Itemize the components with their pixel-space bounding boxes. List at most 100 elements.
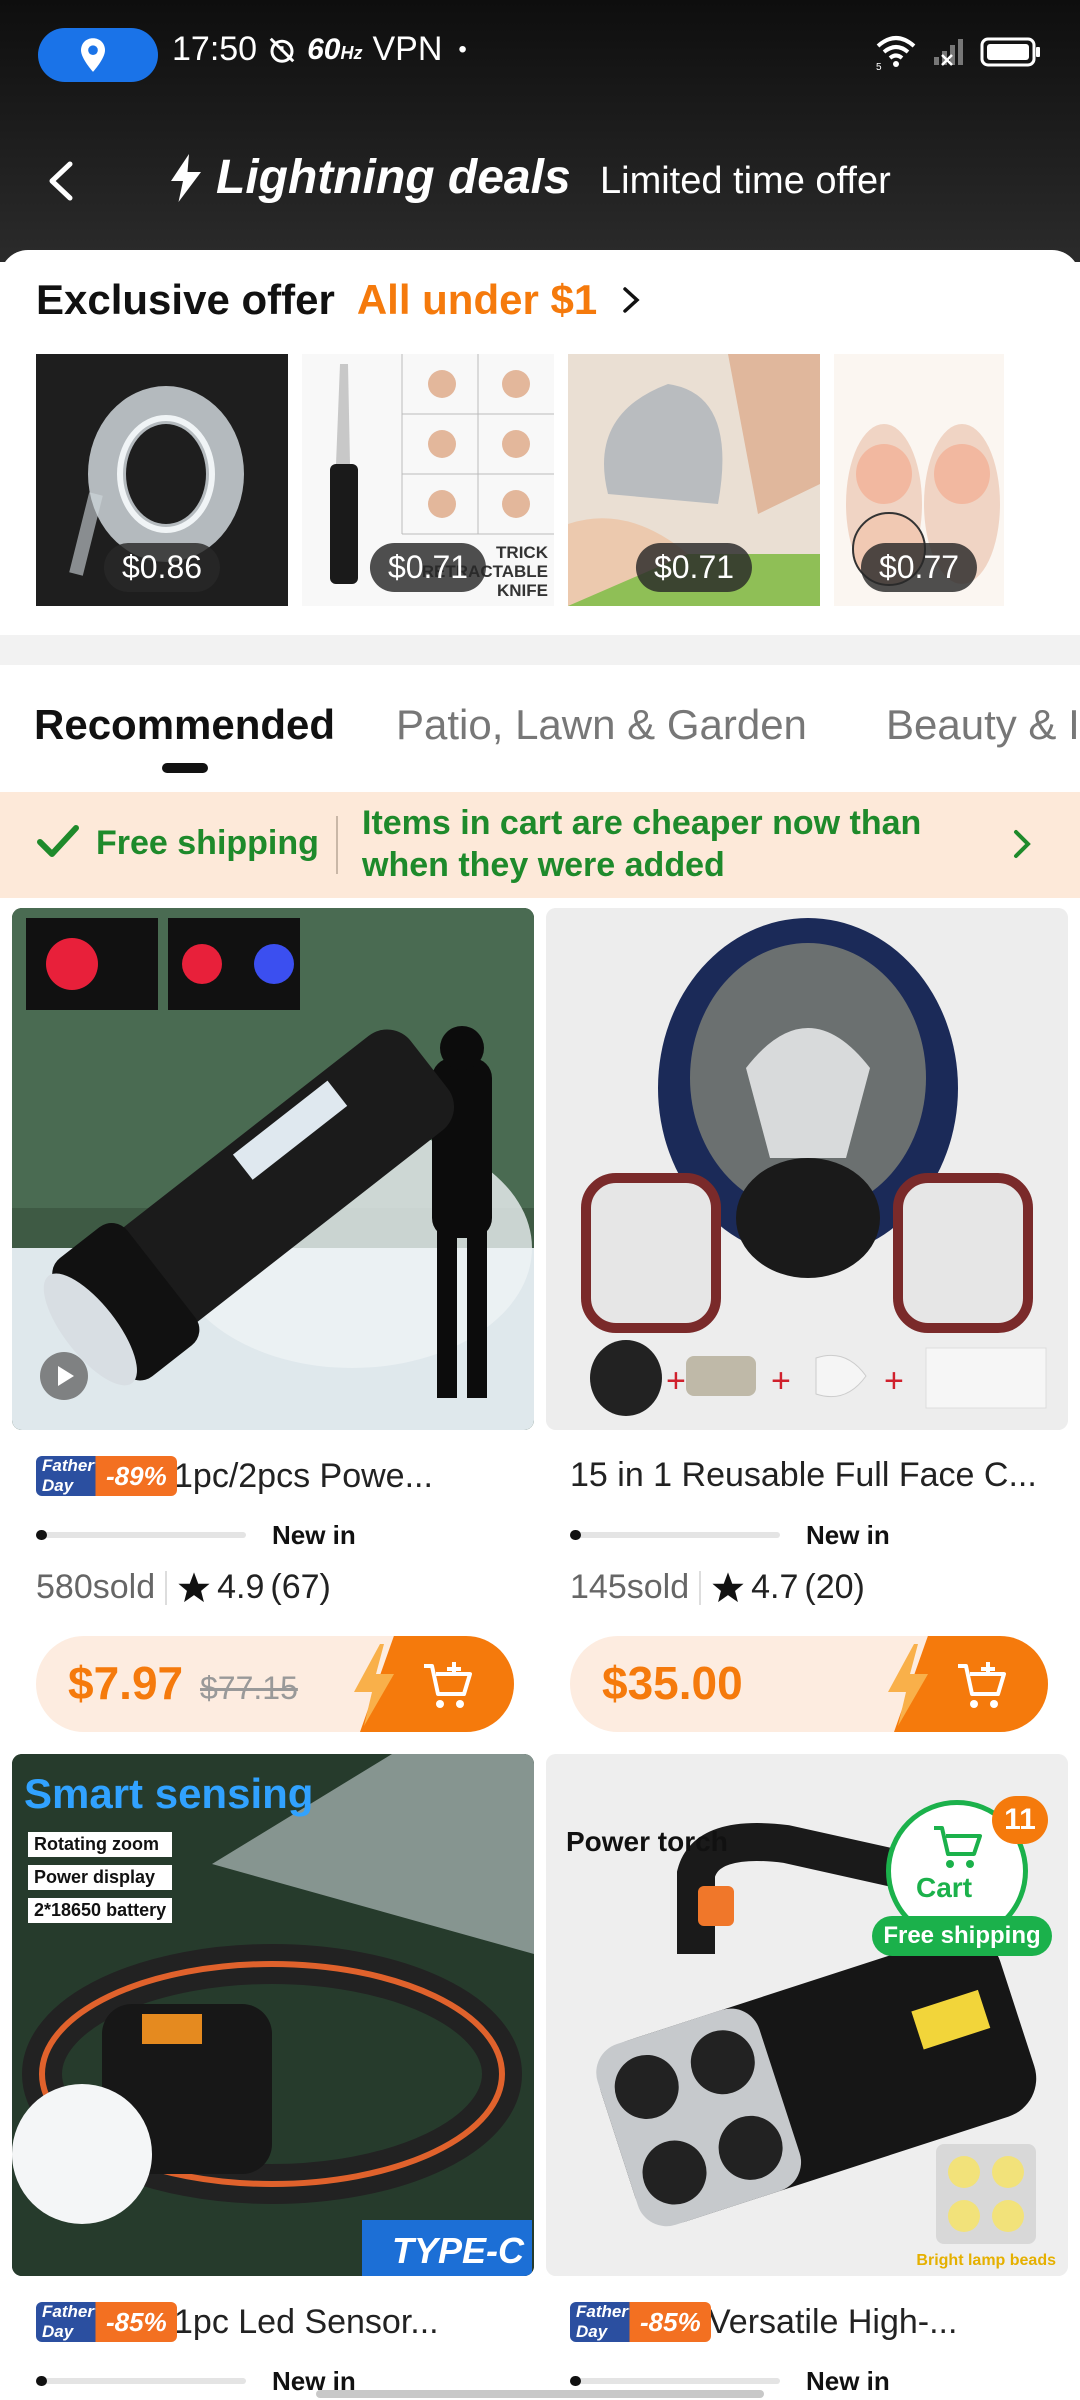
star-icon (178, 1571, 210, 1602)
deal-item-tape[interactable]: $0.86 (36, 354, 288, 606)
cart-label: Cart (916, 1872, 973, 1903)
product-title: Versatile High-... (708, 2302, 958, 2341)
top-header: 17:50 60Hz VPN • 5 Lightning deals Limit… (0, 0, 1080, 262)
tab-beauty[interactable]: Beauty & I (886, 701, 1080, 749)
svg-text:+: + (884, 1362, 904, 1400)
nav-bar: Lightning deals Limited time offer (0, 140, 1080, 220)
vpn-label: VPN (372, 30, 443, 68)
status-dot: • (458, 35, 467, 63)
discount-badge: -85% (96, 2302, 177, 2342)
wifi-gen: 5 (876, 62, 882, 70)
free-shipping-label: Free shipping (96, 824, 319, 862)
fathers-day-badge: Father's Day -85% (570, 2302, 711, 2342)
chevron-right-icon (1014, 830, 1031, 858)
svg-text:+: + (771, 1362, 791, 1400)
deal-price: $0.86 (103, 543, 221, 592)
cart-price-banner[interactable]: Free shipping Items in cart are cheaper … (0, 792, 1080, 898)
flashlight-image (12, 908, 534, 1430)
feature-tag: Rotating zoom (28, 1832, 173, 1857)
stock-progress-fill (570, 1530, 581, 1540)
cart-icon (934, 1826, 982, 1868)
add-cart-icon (958, 1662, 1006, 1708)
lightning-icon (171, 153, 201, 202)
add-cart-icon (424, 1662, 472, 1708)
stock-progress-fill (570, 2376, 581, 2386)
cart-free-shipping: Free shipping (872, 1916, 1052, 1956)
deal-item-finger-guard[interactable]: $0.71 (568, 354, 820, 606)
status-bar: 17:50 60Hz VPN • 5 (0, 0, 1080, 110)
sold-label: sold (92, 1568, 156, 1606)
product-image: + + + (546, 908, 1068, 1430)
new-in-label: New in (806, 1520, 890, 1550)
exclusive-offer-link[interactable]: Exclusive offer All under $1 (36, 276, 643, 324)
product-title: 15 in 1 Reusable Full Face C... (570, 1456, 1037, 1494)
product-title: 1pc/2pcs Powe... (174, 1456, 433, 1495)
product-card[interactable]: Smart sensing Rotating zoom Power displa… (12, 1754, 534, 2400)
clock-time: 17:50 (172, 30, 258, 68)
product-title: 1pc Led Sensor... (174, 2302, 439, 2341)
alarm-off-icon (269, 37, 295, 63)
home-indicator[interactable] (316, 2390, 764, 2398)
rating-value: 4.9 (217, 1568, 265, 1606)
feature-tag: Power display (28, 1865, 173, 1890)
product-card[interactable]: + + + 15 in 1 Reusable Full Face C... Ne… (546, 908, 1068, 1738)
floating-cart-button[interactable]: Cart 11 Free shipping (872, 1796, 1052, 1966)
location-pin-icon (81, 38, 105, 72)
stock-progress-track (36, 1532, 246, 1538)
fathers-day-badge: Father's Day -89% (36, 1456, 177, 1496)
stock-progress-fill (36, 2376, 47, 2386)
deal-price: $0.77 (860, 543, 978, 592)
refresh-rate: 60 (307, 32, 341, 66)
deal-item-foot-pad[interactable]: $0.77 (834, 354, 1004, 606)
note-text: Bright lamp beads (916, 2252, 1056, 2269)
category-tabs: Recommended Patio, Lawn & Garden Beauty … (0, 665, 1080, 790)
cart-count-badge: 11 (992, 1796, 1048, 1844)
page-subtitle: Limited time offer (600, 160, 891, 202)
discount-badge: -89% (96, 1456, 177, 1496)
original-price: $77.15 (200, 1670, 298, 1706)
tab-patio-lawn-garden[interactable]: Patio, Lawn & Garden (396, 701, 807, 749)
deal-price: $0.71 (635, 543, 753, 592)
active-tab-indicator (162, 763, 208, 773)
exclusive-highlight: All under $1 (356, 276, 598, 323)
signal-off-icon (934, 39, 963, 66)
banner-message: Items in cart are cheaper now than when … (362, 804, 922, 884)
headline-text: Power torch (566, 1826, 728, 1857)
new-in-label: New in (806, 2366, 890, 2396)
new-in-label: New in (272, 1520, 356, 1550)
tab-recommended[interactable]: Recommended (34, 701, 335, 749)
gas-mask-image: + + + (546, 908, 1068, 1430)
review-count: (20) (804, 1568, 865, 1606)
sale-price: $7.97 (68, 1657, 184, 1709)
star-icon (712, 1571, 744, 1602)
product-image: Smart sensing Rotating zoom Power displa… (12, 1754, 534, 2276)
wifi-icon: 5 (876, 36, 916, 70)
section-divider (0, 635, 1080, 665)
check-icon (37, 825, 79, 857)
product-image (12, 908, 534, 1430)
location-pill[interactable] (38, 28, 158, 82)
banner-divider (336, 816, 338, 874)
deal-item-knife[interactable]: TRICK RETRACTABLE KNIFE $0.71 (302, 354, 554, 606)
add-to-cart-button[interactable]: $7.97 $77.15 (36, 1636, 514, 1732)
sold-label: sold (626, 1568, 690, 1606)
discount-badge: -85% (630, 2302, 711, 2342)
sold-count: 145 (570, 1568, 627, 1606)
page-title: Lightning deals (216, 151, 571, 204)
lightning-bolt-icon (354, 1644, 394, 1726)
sale-price: $35.00 (602, 1657, 743, 1709)
lightning-bolt-icon (888, 1644, 928, 1726)
fathers-day-badge: Father's Day -85% (36, 2302, 177, 2342)
add-to-cart-button[interactable]: $35.00 (570, 1636, 1048, 1732)
back-arrow-icon[interactable] (38, 156, 88, 206)
svg-text:+: + (666, 1362, 686, 1400)
sold-divider (699, 1570, 702, 1605)
review-count: (67) (270, 1568, 331, 1606)
stock-progress-track (570, 1532, 780, 1538)
sold-count: 580 (36, 1568, 93, 1606)
product-card[interactable]: Father's Day -89% 1pc/2pcs Powe... New i… (12, 908, 534, 1738)
sold-divider (165, 1570, 168, 1605)
stock-progress-track (36, 2378, 246, 2384)
exclusive-label: Exclusive offer (36, 276, 335, 323)
refresh-unit: Hz (340, 42, 363, 63)
